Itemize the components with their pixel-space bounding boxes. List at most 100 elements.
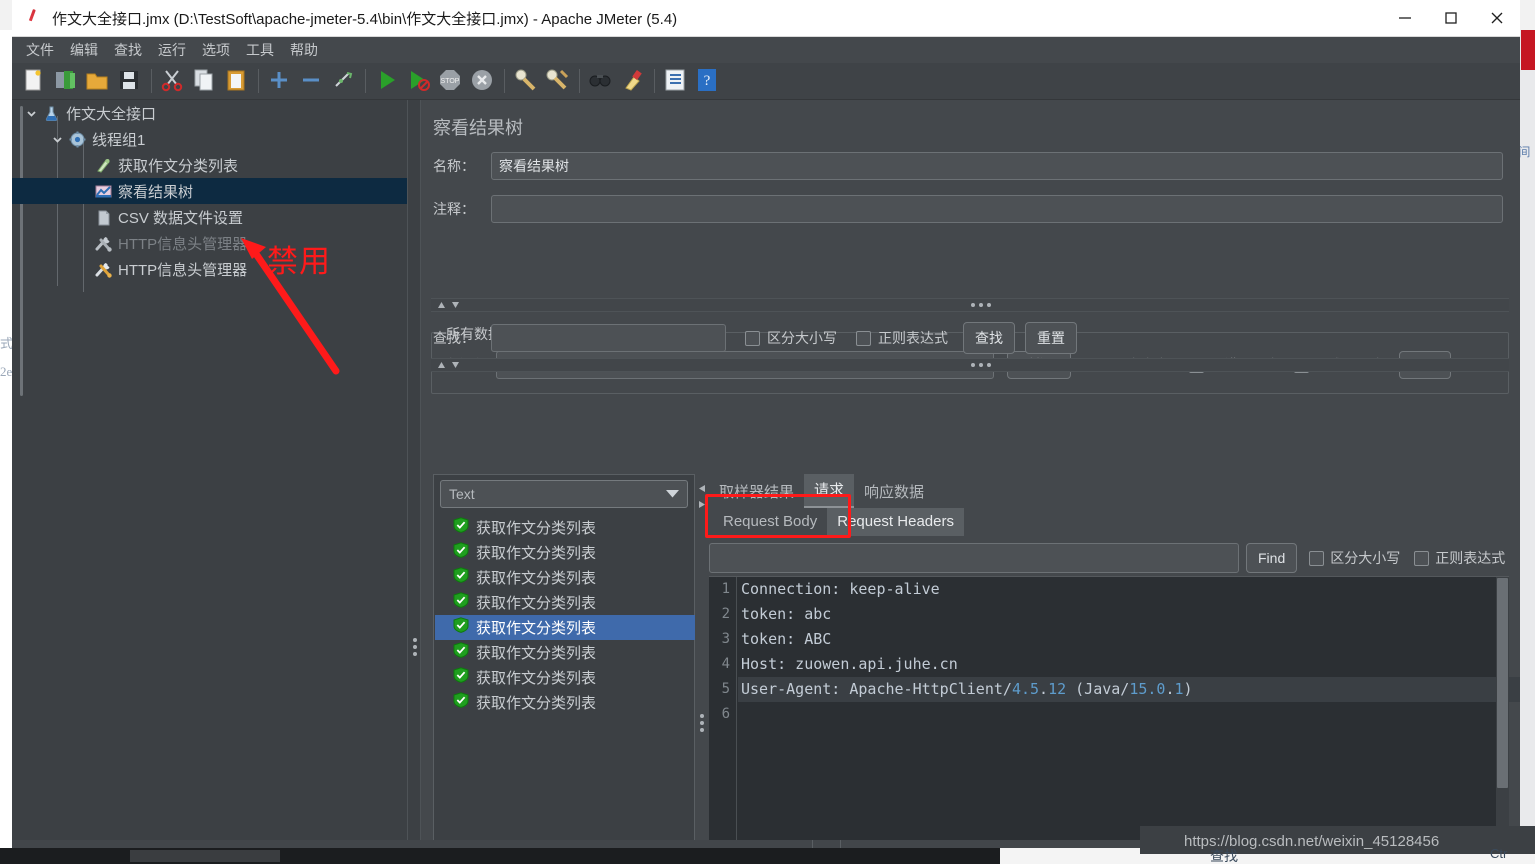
- horizontal-splitter-bottom[interactable]: [431, 358, 1509, 372]
- horizontal-splitter-top[interactable]: [431, 298, 1509, 312]
- search-input[interactable]: [491, 324, 726, 352]
- cut-icon[interactable]: [158, 66, 188, 96]
- tree-node-label: 线程组1: [88, 129, 145, 150]
- success-icon: [453, 617, 469, 638]
- function-helper-icon[interactable]: [661, 66, 691, 96]
- shutdown-icon[interactable]: [468, 66, 498, 96]
- chevron-down-icon[interactable]: [666, 485, 679, 503]
- splitter-grip[interactable]: [413, 638, 417, 659]
- splitter-arrows[interactable]: [437, 361, 460, 369]
- find-case-sensitive-checkbox[interactable]: [1309, 551, 1324, 566]
- tree-node-csv-data-set[interactable]: CSV 数据文件设置: [12, 204, 407, 230]
- results-detail-panel: 取样器结果 请求 响应数据 Request Body Request Heade…: [709, 474, 1509, 840]
- list-item[interactable]: 获取作文分类列表: [435, 690, 695, 715]
- code-token-number: 12: [1048, 680, 1066, 698]
- subtab-request-headers[interactable]: Request Headers: [827, 508, 964, 536]
- bottom-scrollbar-thumb[interactable]: [130, 850, 280, 862]
- toggle-icon[interactable]: [329, 66, 359, 96]
- tab-sampler-result[interactable]: 取样器结果: [709, 476, 804, 508]
- code-vertical-scrollbar[interactable]: [1496, 577, 1509, 840]
- tree-node-test-plan[interactable]: 作文大全接口: [12, 100, 407, 126]
- search-case-sensitive-checkbox[interactable]: [745, 331, 760, 346]
- search-icon[interactable]: [586, 66, 616, 96]
- save-icon[interactable]: [115, 66, 145, 96]
- clear-icon[interactable]: [511, 66, 541, 96]
- request-headers-code-view[interactable]: 1 2 3 4 5 6 Connection: keep-alive token…: [709, 576, 1509, 840]
- paste-icon[interactable]: [222, 66, 252, 96]
- list-item-label: 获取作文分类列表: [469, 567, 596, 588]
- code-token: Host: zuowen.api.juhe.cn: [741, 655, 958, 673]
- menu-options[interactable]: 选项: [194, 38, 238, 62]
- menu-edit[interactable]: 编辑: [62, 38, 106, 62]
- list-item[interactable]: 获取作文分类列表: [435, 640, 695, 665]
- help-icon[interactable]: ?: [693, 66, 723, 96]
- menu-file[interactable]: 文件: [18, 38, 62, 62]
- expand-all-icon[interactable]: [265, 66, 295, 96]
- main-vertical-splitter[interactable]: [407, 100, 421, 840]
- splitter-grip[interactable]: [700, 714, 704, 735]
- search-find-button[interactable]: 查找: [963, 322, 1015, 354]
- results-vertical-splitter[interactable]: [695, 474, 709, 840]
- tree-node-http-sampler[interactable]: 获取作文分类列表: [12, 152, 407, 178]
- tab-response-data[interactable]: 响应数据: [854, 476, 934, 508]
- list-item[interactable]: 获取作文分类列表: [435, 565, 695, 590]
- list-item[interactable]: 获取作文分类列表: [435, 615, 695, 640]
- list-item[interactable]: 获取作文分类列表: [435, 540, 695, 565]
- results-list-panel[interactable]: Text 获取作文分类列表 获取作文分类列表 获取作文分类列表 获取作文分类列表: [433, 474, 695, 840]
- menu-help[interactable]: 帮助: [282, 38, 326, 62]
- chevron-down-icon[interactable]: [22, 100, 40, 126]
- open-icon[interactable]: [83, 66, 113, 96]
- new-icon[interactable]: [19, 66, 49, 96]
- splitter-arrows[interactable]: [437, 301, 460, 309]
- clear-all-icon[interactable]: [543, 66, 573, 96]
- jmeter-main-window: 作文大全接口.jmx (D:\TestSoft\apache-jmeter-5.…: [12, 0, 1520, 848]
- tree-node-header-manager[interactable]: HTTP信息头管理器: [12, 256, 407, 282]
- list-item[interactable]: 获取作文分类列表: [435, 665, 695, 690]
- copy-icon[interactable]: [190, 66, 220, 96]
- find-button[interactable]: Find: [1246, 543, 1297, 573]
- name-input[interactable]: 察看结果树: [491, 152, 1503, 180]
- code-token-number: 1: [1175, 680, 1184, 698]
- tree-node-view-results-tree[interactable]: 察看结果树: [12, 178, 407, 204]
- splitter-grip[interactable]: [971, 303, 991, 307]
- success-icon: [453, 517, 469, 538]
- annotation-disable-label: 禁用: [267, 236, 331, 281]
- find-regex-checkbox[interactable]: [1414, 551, 1429, 566]
- splitter-grip[interactable]: [971, 363, 991, 367]
- start-no-timers-icon[interactable]: [404, 66, 434, 96]
- tree-node-thread-group[interactable]: 线程组1: [12, 126, 407, 152]
- maximize-icon[interactable]: [1428, 0, 1474, 37]
- code-token: ): [1184, 680, 1193, 698]
- menu-search[interactable]: 查找: [106, 38, 150, 62]
- code-token: .: [1039, 680, 1048, 698]
- close-icon[interactable]: [1474, 0, 1520, 37]
- menu-tools[interactable]: 工具: [238, 38, 282, 62]
- line-number: 6: [709, 702, 736, 727]
- menu-run[interactable]: 运行: [150, 38, 194, 62]
- title-bar: 作文大全接口.jmx (D:\TestSoft\apache-jmeter-5.…: [12, 0, 1520, 37]
- templates-icon[interactable]: [51, 66, 81, 96]
- renderer-select[interactable]: Text: [440, 480, 688, 508]
- tab-request[interactable]: 请求: [804, 474, 854, 508]
- code-token: token: ABC: [741, 630, 831, 648]
- list-item[interactable]: 获取作文分类列表: [435, 515, 695, 540]
- start-icon[interactable]: [372, 66, 402, 96]
- test-plan-tree[interactable]: 作文大全接口 线程组1 获取作文分类列表 察看结果树: [12, 100, 407, 840]
- code-line: token: abc: [741, 602, 1193, 627]
- stop-icon[interactable]: STOP: [436, 66, 466, 96]
- collapse-right-icon[interactable]: [698, 496, 706, 514]
- search-reset-icon[interactable]: [618, 66, 648, 96]
- minimize-icon[interactable]: [1382, 0, 1428, 37]
- search-regex-checkbox[interactable]: [856, 331, 871, 346]
- chevron-down-icon[interactable]: [48, 126, 66, 152]
- collapse-all-icon[interactable]: [297, 66, 327, 96]
- search-reset-button[interactable]: 重置: [1025, 322, 1077, 354]
- comment-input[interactable]: [491, 195, 1503, 223]
- find-input[interactable]: [709, 543, 1239, 573]
- toolbar: STOP ?: [12, 63, 1520, 100]
- tree-node-header-manager-disabled[interactable]: HTTP信息头管理器: [12, 230, 407, 256]
- list-item[interactable]: 获取作文分类列表: [435, 590, 695, 615]
- code-scrollbar-thumb[interactable]: [1497, 578, 1508, 788]
- subtab-request-body[interactable]: Request Body: [713, 508, 827, 536]
- svg-text:STOP: STOP: [441, 78, 460, 85]
